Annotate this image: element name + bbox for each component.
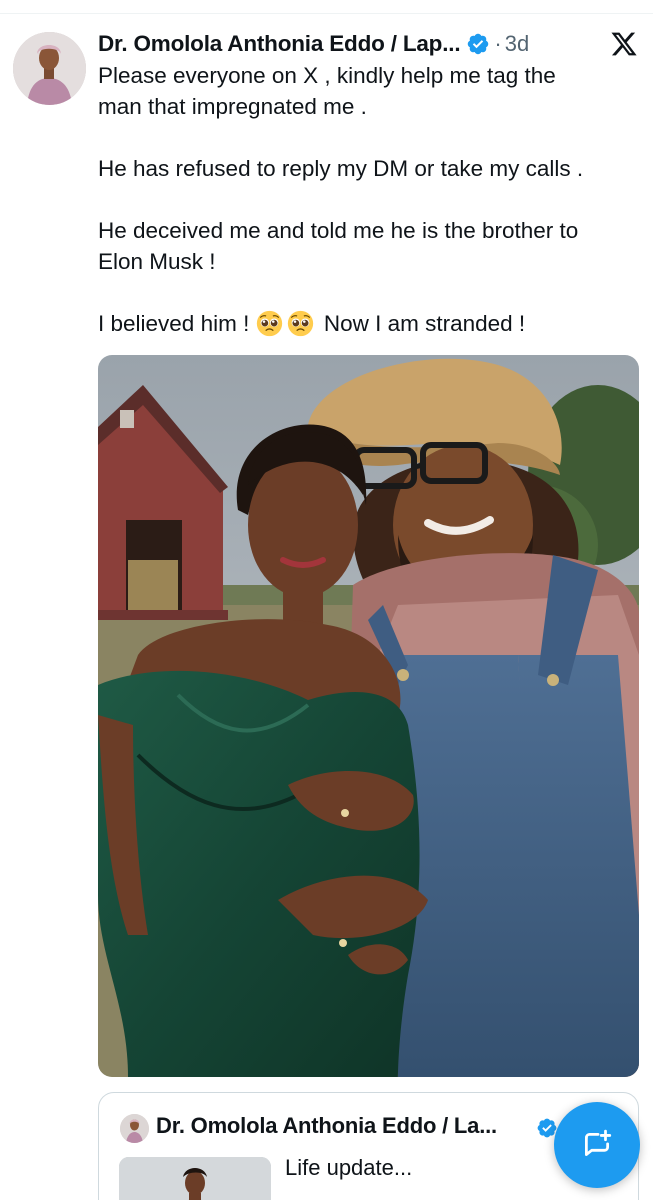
tweet-photo[interactable] <box>98 355 639 1077</box>
compose-post-button[interactable] <box>554 1102 640 1188</box>
compose-post-icon <box>584 1129 612 1156</box>
verified-badge-icon[interactable] <box>466 32 490 56</box>
author-name[interactable]: Dr. Omolola Anthonia Eddo / Lap... <box>98 31 461 57</box>
quoted-author-name[interactable]: Dr. Omolola Anthonia Eddo / La... <box>156 1113 497 1139</box>
quoted-tweet-thumbnail[interactable] <box>119 1157 271 1200</box>
pleading-face-emoji <box>256 310 283 337</box>
tweet-paragraph: He has refused to reply my DM or take my… <box>98 156 584 181</box>
separator-dot: · <box>494 31 502 56</box>
top-divider <box>0 13 653 14</box>
tweet-paragraph: He deceived me and told me he is the bro… <box>98 218 579 274</box>
tweet-paragraph: Please everyone on X , kindly help me ta… <box>98 63 556 119</box>
tweet-header: Dr. Omolola Anthonia Eddo / Lap... · 3d <box>98 28 529 60</box>
post-timestamp[interactable]: 3d <box>505 31 529 57</box>
author-avatar[interactable] <box>13 32 86 105</box>
tweet-text: Please everyone on X , kindly help me ta… <box>98 60 638 339</box>
quoted-author-avatar[interactable] <box>120 1114 149 1143</box>
pleading-face-emoji <box>287 310 314 337</box>
quoted-tweet-text: Life update... <box>285 1155 413 1180</box>
x-logo-icon[interactable] <box>610 30 638 58</box>
tweet-paragraph-last: I believed him ! Now I am stranded ! <box>98 310 526 337</box>
